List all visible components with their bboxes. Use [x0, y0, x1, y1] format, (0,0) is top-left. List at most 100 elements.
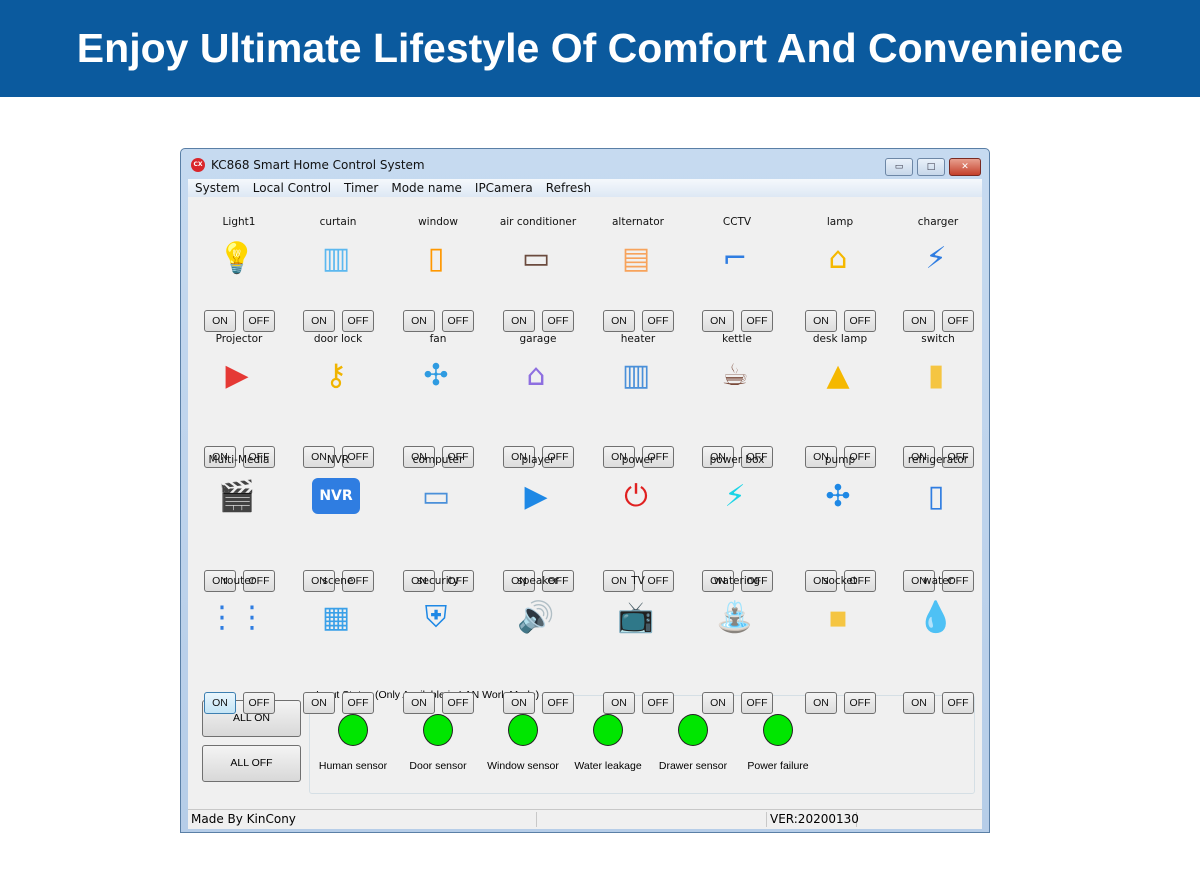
on-button[interactable]: ON [503, 692, 535, 714]
speaker-icon: 🔊 [517, 599, 555, 635]
fan-icon: ✣ [423, 357, 449, 393]
device-projector: Projector ▶ ON OFF [201, 333, 281, 468]
charger-icon: ⚡ [925, 240, 947, 276]
menu-local-control[interactable]: Local Control [253, 181, 331, 195]
device-label: player [521, 454, 555, 466]
off-button[interactable]: OFF [741, 310, 773, 332]
on-button[interactable]: ON [303, 692, 335, 714]
power-box-icon: ⚡ [724, 478, 746, 514]
off-button[interactable]: OFF [741, 692, 773, 714]
banner-title: Enjoy Ultimate Lifestyle Of Comfort And … [0, 0, 1200, 97]
off-button[interactable]: OFF [542, 692, 574, 714]
on-button[interactable]: ON [603, 692, 635, 714]
garage-icon: ⌂ [526, 357, 546, 393]
on-button[interactable]: ON [204, 692, 236, 714]
off-button[interactable]: OFF [342, 310, 374, 332]
device-label: charger [917, 216, 959, 228]
off-button[interactable]: OFF [542, 310, 574, 332]
off-button[interactable]: OFF [844, 310, 876, 332]
device-heater: heater ▥ ON OFF [600, 333, 680, 468]
menu-ipcamera[interactable]: IPCamera [475, 181, 533, 195]
on-button[interactable]: ON [403, 692, 435, 714]
menu-system[interactable]: System [195, 181, 240, 195]
on-button[interactable]: ON [903, 310, 935, 332]
off-button[interactable]: OFF [942, 692, 974, 714]
lamp-icon: ⌂ [828, 240, 848, 276]
desk-lamp-icon: ▲ [826, 357, 850, 393]
kettle-icon: ☕ [721, 357, 749, 393]
device-label: window [418, 216, 458, 228]
device-scene: scene ▦ ON OFF [300, 575, 380, 714]
device-speaker: speaker 🔊 ON OFF [500, 575, 580, 714]
off-button[interactable]: OFF [442, 692, 474, 714]
device-player: player ▶ ON OFF [500, 454, 580, 592]
device-label: fan [429, 333, 447, 345]
device-label: kettle [722, 333, 752, 345]
water-drop-icon: 💧 [917, 599, 955, 635]
on-button[interactable]: ON [603, 310, 635, 332]
on-button[interactable]: ON [702, 310, 734, 332]
menu-timer[interactable]: Timer [344, 181, 378, 195]
heater-icon: ▥ [621, 357, 651, 393]
projector-icon: ▶ [225, 357, 249, 393]
device-pump: pump ✣ ON OFF [802, 454, 882, 592]
play-icon: ▶ [524, 478, 548, 514]
device-label: speaker [517, 575, 559, 587]
router-icon: ⋮⋮ [207, 599, 267, 635]
off-button[interactable]: OFF [642, 310, 674, 332]
all-off-button[interactable]: ALL OFF [202, 745, 301, 782]
on-button[interactable]: ON [303, 310, 335, 332]
sensor-indicator [338, 714, 368, 746]
menu-refresh[interactable]: Refresh [546, 181, 591, 195]
off-button[interactable]: OFF [442, 310, 474, 332]
nvr-icon: NVR [312, 478, 360, 514]
scene-icon: ▦ [321, 599, 351, 635]
device-label: door lock [313, 333, 363, 345]
device-label: water [923, 575, 953, 587]
device-nvr: NVR NVR ON OFF [300, 454, 380, 592]
maximize-button[interactable]: □ [917, 158, 945, 176]
status-version: VER:20200130 [767, 812, 859, 827]
on-button[interactable]: ON [204, 310, 236, 332]
on-button[interactable]: ON [805, 310, 837, 332]
device-label: garage [519, 333, 557, 345]
close-button[interactable]: ✕ [949, 158, 981, 176]
on-button[interactable]: ON [403, 310, 435, 332]
title-bar[interactable]: CX KC868 Smart Home Control System ▭ □ ✕ [181, 149, 989, 179]
on-button[interactable]: ON [702, 692, 734, 714]
status-credit: Made By KinCony [188, 812, 537, 827]
off-button[interactable]: OFF [342, 692, 374, 714]
device-computer: computer ▭ ON OFF [400, 454, 480, 592]
on-button[interactable]: ON [903, 692, 935, 714]
refrigerator-icon: ▯ [927, 478, 945, 514]
alternator-icon: ▤ [621, 240, 651, 276]
device-label: computer [412, 454, 464, 466]
menu-mode-name[interactable]: Mode name [391, 181, 462, 195]
device-label: power box [709, 454, 765, 466]
control-panel: ALL ON ALL OFF Input Status (Only Availa… [188, 197, 982, 809]
device-desk-lamp: desk lamp ▲ ON OFF [802, 333, 882, 468]
device-lamp: lamp ⌂ ON OFF [802, 216, 882, 336]
device-router: router ⋮⋮ ON OFF [201, 575, 281, 714]
sensor-indicator [508, 714, 538, 746]
sensor-indicator [763, 714, 793, 746]
device-label: curtain [319, 216, 357, 228]
minimize-button[interactable]: ▭ [885, 158, 913, 176]
status-bar: Made By KinCony VER:20200130 [188, 809, 982, 829]
device-label: NVR [326, 454, 350, 466]
device-tv: TV 📺 ON OFF [600, 575, 680, 714]
off-button[interactable]: OFF [642, 692, 674, 714]
device-cctv: CCTV ⌐ ON OFF [699, 216, 779, 336]
device-power: power ⏻ ON OFF [600, 454, 680, 592]
off-button[interactable]: OFF [243, 692, 275, 714]
on-button[interactable]: ON [805, 692, 837, 714]
off-button[interactable]: OFF [844, 692, 876, 714]
off-button[interactable]: OFF [243, 310, 275, 332]
device-charger: charger ⚡ ON OFF [900, 216, 980, 336]
window-title: KC868 Smart Home Control System [211, 158, 425, 172]
off-button[interactable]: OFF [942, 310, 974, 332]
window-icon: ▯ [427, 240, 445, 276]
pump-icon: ✣ [825, 478, 851, 514]
device-light1: Light1 💡 ON OFF [201, 216, 281, 336]
on-button[interactable]: ON [503, 310, 535, 332]
